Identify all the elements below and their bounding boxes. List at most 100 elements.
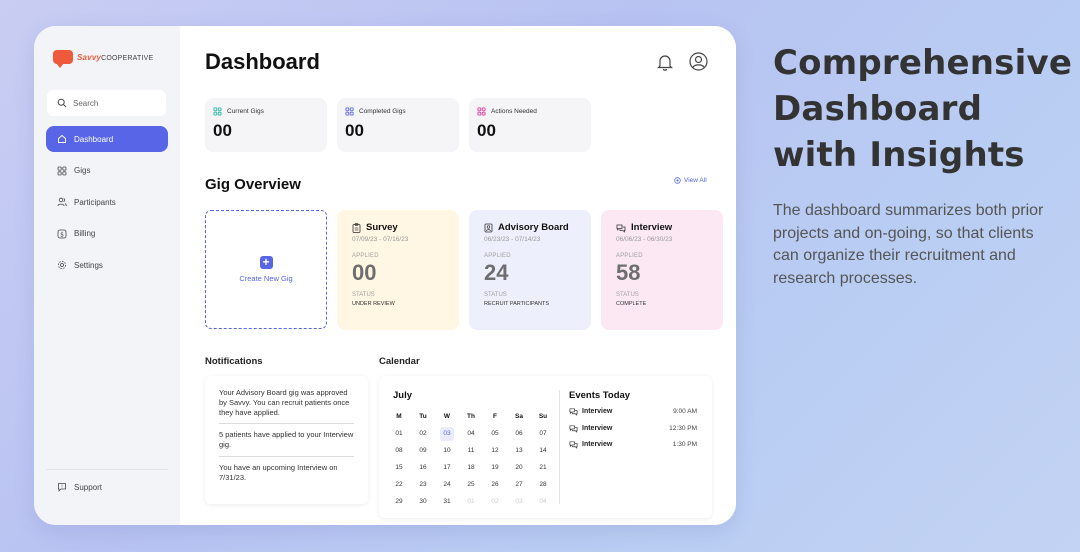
calendar-day[interactable]: 30 bbox=[411, 498, 435, 505]
gig-dates: 06/06/23 - 06/30/23 bbox=[616, 236, 673, 243]
calendar-day[interactable]: 05 bbox=[483, 430, 507, 437]
support-link[interactable]: ! Support bbox=[57, 482, 102, 492]
notification-item[interactable]: Your Advisory Board gig was approved by … bbox=[219, 388, 354, 425]
bell-icon[interactable] bbox=[657, 53, 673, 71]
calendar-day[interactable]: 16 bbox=[411, 464, 435, 471]
stat-card-current-gigs[interactable]: Current Gigs 00 bbox=[205, 98, 327, 152]
calendar-week-row: 29 30 31 01 02 03 04 bbox=[387, 493, 555, 510]
gig-name: Interview bbox=[631, 222, 673, 233]
calendar-day[interactable]: 02 bbox=[411, 430, 435, 437]
calendar-day[interactable]: 11 bbox=[459, 447, 483, 454]
gig-card-survey[interactable]: Survey 07/09/23 - 07/16/23 APPLIED 00 ST… bbox=[337, 210, 459, 330]
search-input[interactable]: Search bbox=[47, 90, 166, 116]
calendar-day[interactable]: 13 bbox=[507, 447, 531, 454]
calendar-day[interactable]: 22 bbox=[387, 481, 411, 488]
notifications-title: Notifications bbox=[205, 356, 263, 367]
chat-bubbles-icon bbox=[569, 425, 578, 433]
stat-value: 00 bbox=[477, 121, 496, 140]
calendar-day[interactable]: 07 bbox=[531, 430, 555, 437]
sidebar-divider bbox=[46, 469, 168, 470]
chat-bubbles-icon bbox=[569, 408, 578, 416]
status-value: RECRUIT PARTICIPANTS bbox=[484, 301, 549, 307]
people-icon bbox=[57, 197, 67, 207]
calendar-day[interactable]: 09 bbox=[411, 447, 435, 454]
event-name: Interview bbox=[582, 425, 613, 432]
calendar-title: Calendar bbox=[379, 356, 420, 367]
view-all-link[interactable]: View All bbox=[674, 177, 707, 184]
calendar-day[interactable]: 23 bbox=[411, 481, 435, 488]
gig-overview-title: Gig Overview bbox=[205, 176, 301, 193]
calendar-day[interactable]: 24 bbox=[435, 481, 459, 488]
event-name: Interview bbox=[582, 408, 613, 415]
calendar-day[interactable]: 20 bbox=[507, 464, 531, 471]
event-row[interactable]: Interview 9:00 AM bbox=[569, 407, 697, 416]
sidebar-item-label: Billing bbox=[74, 229, 96, 238]
applied-label: APPLIED bbox=[484, 253, 511, 259]
calendar-day[interactable]: 01 bbox=[387, 430, 411, 437]
calendar-day[interactable]: 04 bbox=[531, 498, 555, 505]
svg-text:!: ! bbox=[61, 484, 63, 490]
status-value: COMPLETE bbox=[616, 301, 647, 307]
support-label: Support bbox=[74, 482, 103, 492]
create-gig-button[interactable]: + Create New Gig bbox=[205, 210, 327, 329]
gig-card-interview[interactable]: Interview 06/06/23 - 06/30/23 APPLIED 58… bbox=[601, 210, 723, 330]
calendar-day[interactable]: 17 bbox=[435, 464, 459, 471]
calendar-day[interactable]: 10 bbox=[435, 447, 459, 454]
calendar-day[interactable]: 02 bbox=[483, 498, 507, 505]
events-today-title: Events Today bbox=[569, 390, 631, 401]
calendar-day-number: 03 bbox=[440, 426, 454, 441]
calendar-day[interactable]: 04 bbox=[459, 430, 483, 437]
calendar-day[interactable]: 14 bbox=[531, 447, 555, 454]
status-label: STATUS bbox=[616, 292, 639, 298]
event-time: 1:30 PM bbox=[672, 441, 697, 448]
brand-logo[interactable]: SavvyCOOPERATIVE bbox=[53, 50, 153, 68]
calendar-week-row: 08 09 10 11 12 13 14 bbox=[387, 442, 555, 459]
calendar-day[interactable]: 12 bbox=[483, 447, 507, 454]
svg-text:$: $ bbox=[60, 231, 64, 238]
stat-label: Actions Needed bbox=[491, 108, 537, 115]
calendar-day[interactable]: 03 bbox=[507, 498, 531, 505]
calendar-day[interactable]: 08 bbox=[387, 447, 411, 454]
weekday-label: F bbox=[493, 413, 497, 420]
calendar-day[interactable]: 29 bbox=[387, 498, 411, 505]
notification-item[interactable]: You have an upcoming Interview on 7/31/2… bbox=[219, 463, 354, 489]
calendar-month: July bbox=[393, 390, 413, 401]
event-row[interactable]: Interview 1:30 PM bbox=[569, 440, 697, 449]
search-placeholder: Search bbox=[73, 98, 99, 108]
weekday-label: Tu bbox=[419, 413, 427, 420]
stat-value: 00 bbox=[345, 121, 364, 140]
stat-card-completed-gigs[interactable]: Completed Gigs 00 bbox=[337, 98, 459, 152]
calendar-day[interactable]: 06 bbox=[507, 430, 531, 437]
calendar-panel: July M Tu W Th F Sa Su 01 02 03 04 05 06 07 08 09 10 11 12… bbox=[379, 376, 712, 518]
calendar-day[interactable]: 27 bbox=[507, 481, 531, 488]
sidebar-item-billing[interactable]: $ Billing bbox=[46, 221, 168, 247]
calendar-day[interactable]: 26 bbox=[483, 481, 507, 488]
calendar-day[interactable]: 18 bbox=[459, 464, 483, 471]
calendar-day[interactable]: 19 bbox=[483, 464, 507, 471]
calendar-day-today[interactable]: 03 bbox=[435, 426, 459, 441]
calendar-day[interactable]: 28 bbox=[531, 481, 555, 488]
gig-card-advisory-board[interactable]: Advisory Board 06/23/23 - 07/14/23 APPLI… bbox=[469, 210, 591, 330]
notification-item[interactable]: 5 patients have applied to your Intervie… bbox=[219, 430, 354, 457]
calendar-day[interactable]: 01 bbox=[459, 498, 483, 505]
event-row[interactable]: Interview 12:30 PM bbox=[569, 424, 697, 433]
sidebar-item-gigs[interactable]: Gigs bbox=[46, 158, 168, 184]
event-time: 9:00 AM bbox=[673, 408, 697, 415]
calendar-day[interactable]: 21 bbox=[531, 464, 555, 471]
grid-icon bbox=[477, 107, 486, 116]
event-name: Interview bbox=[582, 441, 613, 448]
calendar-grid: M Tu W Th F Sa Su 01 02 03 04 05 06 07 08 09 10 11 12 13 14 1… bbox=[387, 408, 555, 510]
stat-card-actions-needed[interactable]: Actions Needed 00 bbox=[469, 98, 591, 152]
chat-bubbles-icon bbox=[616, 224, 626, 233]
sidebar-item-participants[interactable]: Participants bbox=[46, 189, 168, 215]
home-icon bbox=[58, 134, 66, 143]
create-gig-label: Create New Gig bbox=[239, 274, 293, 283]
calendar-day[interactable]: 15 bbox=[387, 464, 411, 471]
status-label: STATUS bbox=[352, 292, 375, 298]
sidebar-item-settings[interactable]: Settings bbox=[46, 252, 168, 278]
user-avatar-icon[interactable] bbox=[689, 52, 708, 71]
calendar-day[interactable]: 25 bbox=[459, 481, 483, 488]
calendar-day[interactable]: 31 bbox=[435, 498, 459, 505]
grid-icon bbox=[345, 107, 354, 116]
sidebar-item-dashboard[interactable]: Dashboard bbox=[46, 126, 168, 152]
